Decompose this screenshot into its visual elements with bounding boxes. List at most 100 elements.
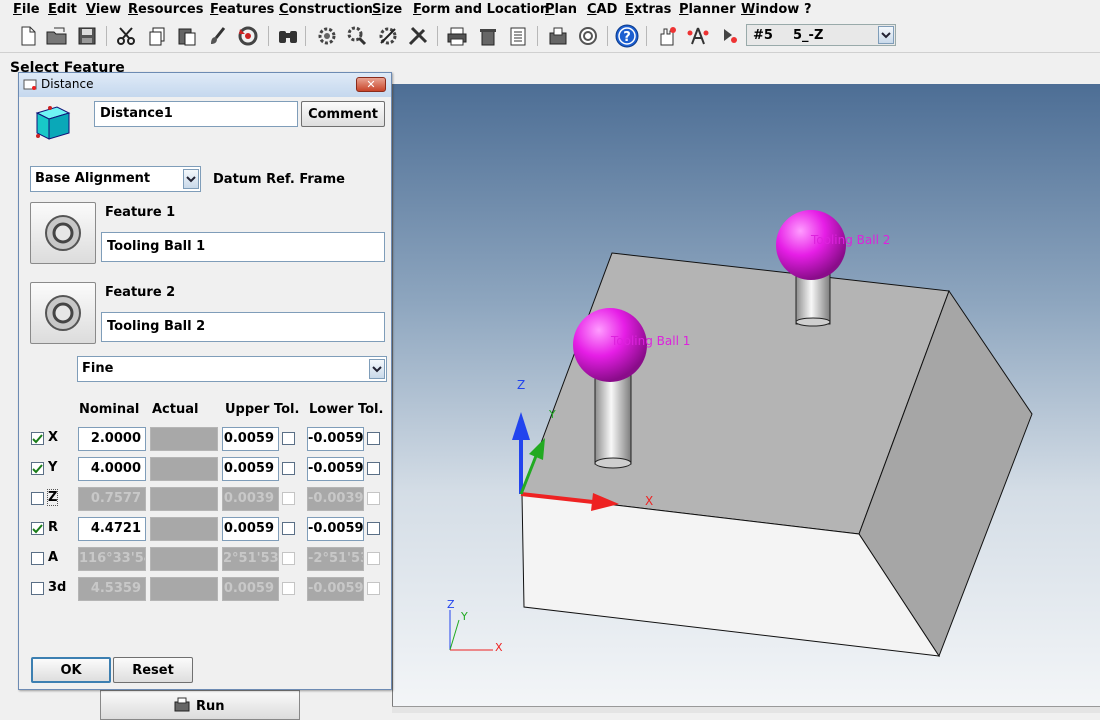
tools-icon[interactable]	[406, 24, 430, 48]
export-icon[interactable]	[546, 24, 570, 48]
row-y-upper[interactable]: 0.0059	[222, 457, 279, 481]
chevron-down-icon[interactable]	[878, 26, 894, 44]
row-r-lower-checkbox[interactable]	[367, 522, 380, 535]
row-z-nominal: 0.7577	[78, 487, 146, 511]
view-select[interactable]: #5 5_-Z	[746, 24, 896, 46]
distance-name-input[interactable]: Distance1	[94, 101, 298, 127]
menu-planner[interactable]: Planner	[679, 2, 736, 17]
brush-icon[interactable]	[206, 24, 230, 48]
feature-1-button[interactable]	[30, 202, 96, 264]
menu-features[interactable]: Features	[210, 2, 274, 17]
row-y-checkbox[interactable]	[31, 462, 44, 475]
chevron-down-icon[interactable]	[369, 359, 385, 379]
close-button[interactable]: ✕	[356, 77, 386, 92]
row-3d-upper: 0.0059	[222, 577, 279, 601]
menu-view[interactable]: View	[86, 2, 121, 17]
row-z-lower-checkbox	[367, 492, 380, 505]
copy-icon[interactable]	[145, 24, 169, 48]
alignment-value: Base Alignment	[35, 171, 151, 186]
precision-select[interactable]: Fine	[77, 356, 387, 382]
row-y-nominal[interactable]: 4.0000	[78, 457, 146, 481]
check-icon	[32, 524, 43, 534]
new-file-icon[interactable]	[16, 24, 40, 48]
row-a-nominal: 116°33'54	[78, 547, 146, 571]
help-icon[interactable]: ?	[615, 24, 639, 48]
row-r-lower[interactable]: -0.0059	[307, 517, 364, 541]
menu-cad[interactable]: CAD	[587, 2, 617, 17]
close-icon: ✕	[366, 78, 376, 91]
row-r-upper-checkbox[interactable]	[282, 522, 295, 535]
comment-button[interactable]: Comment	[301, 101, 385, 127]
run-button[interactable]: Run	[100, 690, 300, 720]
delete-icon[interactable]	[476, 24, 500, 48]
undo-icon[interactable]	[236, 24, 260, 48]
mini-axis-x-label: X	[495, 641, 503, 654]
menu-help[interactable]: ?	[804, 2, 812, 17]
print-icon[interactable]	[445, 24, 469, 48]
probe-icon[interactable]	[345, 24, 369, 48]
row-y-upper-checkbox[interactable]	[282, 462, 295, 475]
row-r-label: R	[48, 520, 59, 535]
menu-size[interactable]: Size	[372, 2, 402, 17]
binoculars-icon[interactable]	[276, 24, 300, 48]
row-r-upper[interactable]: 0.0059	[222, 517, 279, 541]
row-z-checkbox[interactable]	[31, 492, 44, 505]
row-y-actual	[150, 457, 218, 481]
row-3d-nominal: 4.5359	[78, 577, 146, 601]
menu-extras[interactable]: Extras	[625, 2, 671, 17]
menu-plan[interactable]: Plan	[545, 2, 577, 17]
report-icon[interactable]	[506, 24, 530, 48]
open-folder-icon[interactable]	[45, 24, 69, 48]
menu-edit[interactable]: Edit	[48, 2, 77, 17]
row-y-label: Y	[48, 460, 58, 475]
row-r-checkbox[interactable]	[31, 522, 44, 535]
feature-1-input[interactable]: Tooling Ball 1	[101, 232, 385, 262]
row-x-lower[interactable]: -0.0059	[307, 427, 364, 451]
hand-tool-icon[interactable]	[655, 24, 679, 48]
row-3d-checkbox[interactable]	[31, 582, 44, 595]
save-icon[interactable]	[75, 24, 99, 48]
row-z-upper-checkbox	[282, 492, 295, 505]
view-value: 5_-Z	[793, 28, 824, 43]
toolbar: ? #5 5_-Z	[0, 20, 1100, 53]
feature-tools-icon[interactable]	[315, 24, 339, 48]
menu-window[interactable]: Window	[741, 2, 799, 17]
reset-button[interactable]: Reset	[113, 657, 193, 683]
rotate-tool-icon[interactable]	[716, 24, 740, 48]
row-r-nominal[interactable]: 4.4721	[78, 517, 146, 541]
feature-2-button[interactable]	[30, 282, 96, 344]
row-x-upper[interactable]: 0.0059	[222, 427, 279, 451]
tooling-ball-feature-icon	[45, 215, 81, 251]
paste-icon[interactable]	[175, 24, 199, 48]
mini-axis-z-label: Z	[447, 598, 455, 611]
row-y-lower[interactable]: -0.0059	[307, 457, 364, 481]
row-a-checkbox[interactable]	[31, 552, 44, 565]
3d-viewport[interactable]: Tooling Ball 2 Tooling Ball 1 Z Y X Z Y …	[392, 84, 1100, 712]
tooling-ball-1-stem	[594, 371, 632, 465]
chevron-down-icon[interactable]	[183, 169, 199, 189]
alignment-select[interactable]: Base Alignment	[30, 166, 201, 192]
refresh-icon[interactable]	[576, 24, 600, 48]
align-tool-icon[interactable]	[686, 24, 710, 48]
measure-icon[interactable]	[376, 24, 400, 48]
row-z-label: Z	[46, 489, 59, 506]
menu-resources[interactable]: Resources	[128, 2, 203, 17]
row-x-checkbox[interactable]	[31, 432, 44, 445]
row-x-upper-checkbox[interactable]	[282, 432, 295, 445]
row-y-lower-checkbox[interactable]	[367, 462, 380, 475]
row-a-actual	[150, 547, 218, 571]
row-3d-actual	[150, 577, 218, 601]
tooling-ball-2-label: Tooling Ball 2	[811, 233, 891, 247]
menu-form-and-location[interactable]: Form and Location	[413, 2, 549, 17]
row-x-lower-checkbox[interactable]	[367, 432, 380, 445]
row-x-label: X	[48, 430, 59, 445]
feature-2-input[interactable]: Tooling Ball 2	[101, 312, 385, 342]
row-x-nominal[interactable]: 2.0000	[78, 427, 146, 451]
column-actual: Actual	[152, 402, 199, 417]
menu-construction[interactable]: Construction	[279, 2, 373, 17]
menu-file[interactable]: File	[13, 2, 40, 17]
column-upper-tol: Upper Tol.	[225, 402, 300, 417]
dialog-titlebar[interactable]: Distance ✕	[19, 73, 391, 97]
ok-button[interactable]: OK	[31, 657, 111, 683]
cut-icon[interactable]	[114, 24, 138, 48]
